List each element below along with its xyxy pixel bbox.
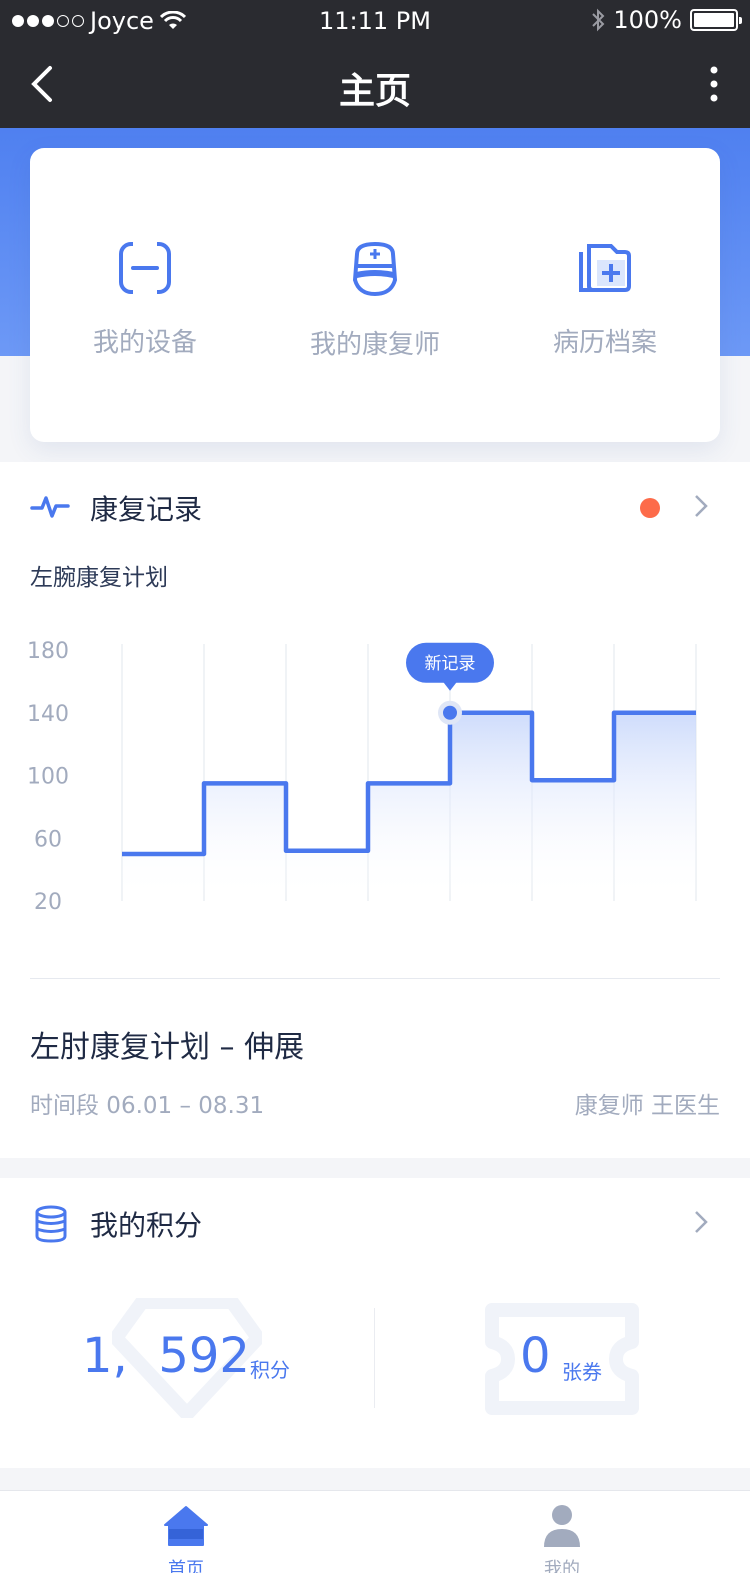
database-icon — [35, 1205, 67, 1243]
tab-bar: 首页 我的 — [0, 1490, 750, 1573]
y-tick-label: 100 — [27, 765, 69, 790]
device-scan-icon — [119, 240, 171, 296]
my-therapist-entry[interactable]: 我的康复师 — [260, 240, 490, 361]
chevron-right-icon[interactable] — [694, 494, 708, 518]
recovery-section: 康复记录 左腕康复计划 0 5 10 15 20 25 30 35 180 140 100 60 20 … — [0, 462, 750, 1158]
plan-name: 左腕康复计划 — [30, 565, 168, 591]
page-title: 主页 — [338, 71, 411, 112]
points-header[interactable]: 我的积分 — [0, 1178, 750, 1266]
recovery-title: 康复记录 — [90, 493, 203, 526]
medical-records-label: 病历档案 — [552, 328, 657, 358]
y-tick-label: 60 — [34, 827, 62, 852]
top-bar: Joyce 11:11 PM 100% 主页 — [0, 0, 750, 128]
battery-label: 100% — [613, 6, 682, 34]
status-bar: Joyce 11:11 PM 100% — [0, 0, 750, 42]
status-right: 100% — [591, 6, 742, 34]
plan-doctor: 康复师 王医生 — [574, 1093, 720, 1119]
more-icon[interactable] — [704, 62, 724, 106]
home-icon — [164, 1506, 208, 1546]
points-value: 1, 592 — [82, 1328, 250, 1384]
medical-records-entry[interactable]: 病历档案 — [490, 240, 720, 359]
tab-home-label: 首页 — [168, 1559, 204, 1573]
tab-mine-label: 我的 — [544, 1559, 580, 1573]
medical-records-icon — [579, 244, 631, 292]
nurse-icon — [352, 241, 398, 297]
my-therapist-label: 我的康复师 — [309, 330, 440, 360]
quick-entry-card: 我的设备 我的康复师 病历档案 — [30, 148, 720, 442]
series-area — [122, 712, 696, 901]
notification-dot — [640, 498, 660, 518]
recovery-chart: 0 5 10 15 20 25 30 35 180 140 100 60 20 新记录 — [27, 639, 710, 922]
points-title: 我的积分 — [90, 1209, 203, 1242]
x-tick-label: 20 — [436, 920, 464, 922]
user-icon — [544, 1505, 580, 1547]
tooltip-pointer — [443, 681, 457, 691]
my-device-label: 我的设备 — [92, 328, 197, 358]
pulse-icon — [30, 496, 70, 518]
points-section: 我的积分 1, 592 积分 0 张券 — [0, 1178, 750, 1468]
bluetooth-icon — [592, 8, 605, 32]
plan-period: 时间段 06.01 – 08.31 — [30, 1093, 265, 1119]
y-tick-label: 180 — [27, 639, 69, 664]
x-tick-label: 25 — [518, 920, 546, 922]
points-divider — [374, 1308, 375, 1408]
x-tick-label: 10 — [272, 920, 300, 922]
section-divider — [30, 978, 720, 979]
chevron-right-icon[interactable] — [694, 1210, 708, 1234]
coupon-unit: 张券 — [562, 1360, 602, 1384]
plan-title: 左肘康复计划 – 伸展 — [30, 1030, 305, 1065]
points-unit: 积分 — [250, 1358, 290, 1382]
coupon-value: 0 — [520, 1328, 551, 1384]
recovery-header[interactable]: 康复记录 — [0, 462, 750, 550]
y-tick-label: 140 — [27, 702, 69, 727]
x-tick-label: 0 — [115, 920, 129, 922]
tooltip-label: 新记录 — [425, 654, 476, 674]
x-tick-label: 5 — [197, 920, 211, 922]
nav-bar: 主页 — [0, 42, 750, 128]
y-tick-label: 20 — [34, 890, 62, 915]
x-tick-label: 15 — [354, 920, 382, 922]
x-tick-label: 30 — [600, 920, 628, 922]
tab-home[interactable]: 首页 — [126, 1491, 246, 1573]
battery-icon — [690, 9, 742, 31]
x-tick-label: 35 — [682, 920, 710, 922]
tab-mine[interactable]: 我的 — [502, 1491, 622, 1573]
my-device-entry[interactable]: 我的设备 — [30, 240, 260, 359]
highlight-point[interactable] — [443, 705, 457, 720]
